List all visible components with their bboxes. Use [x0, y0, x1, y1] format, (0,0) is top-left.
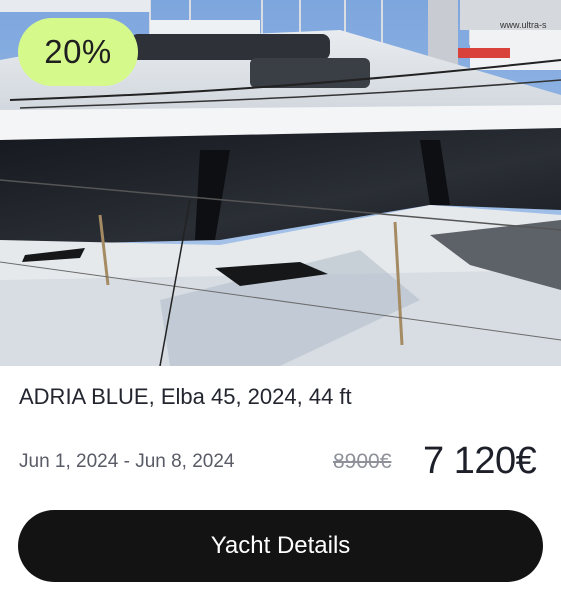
yacht-details-button[interactable]: Yacht Details — [18, 510, 543, 582]
yacht-card[interactable]: www.ultra-s 20% ADRIA BLUE, Elba 45, 202… — [0, 0, 561, 600]
original-price: 8900€ — [333, 450, 392, 473]
discounted-price: 7 120€ — [423, 440, 537, 482]
marina-sign-text: www.ultra-s — [499, 20, 547, 30]
yacht-title: ADRIA BLUE, Elba 45, 2024, 44 ft — [19, 384, 352, 409]
charter-date-range: Jun 1, 2024 - Jun 8, 2024 — [19, 451, 235, 472]
discount-badge: 20% — [18, 18, 138, 86]
yacht-photo[interactable]: www.ultra-s 20% — [0, 0, 561, 366]
